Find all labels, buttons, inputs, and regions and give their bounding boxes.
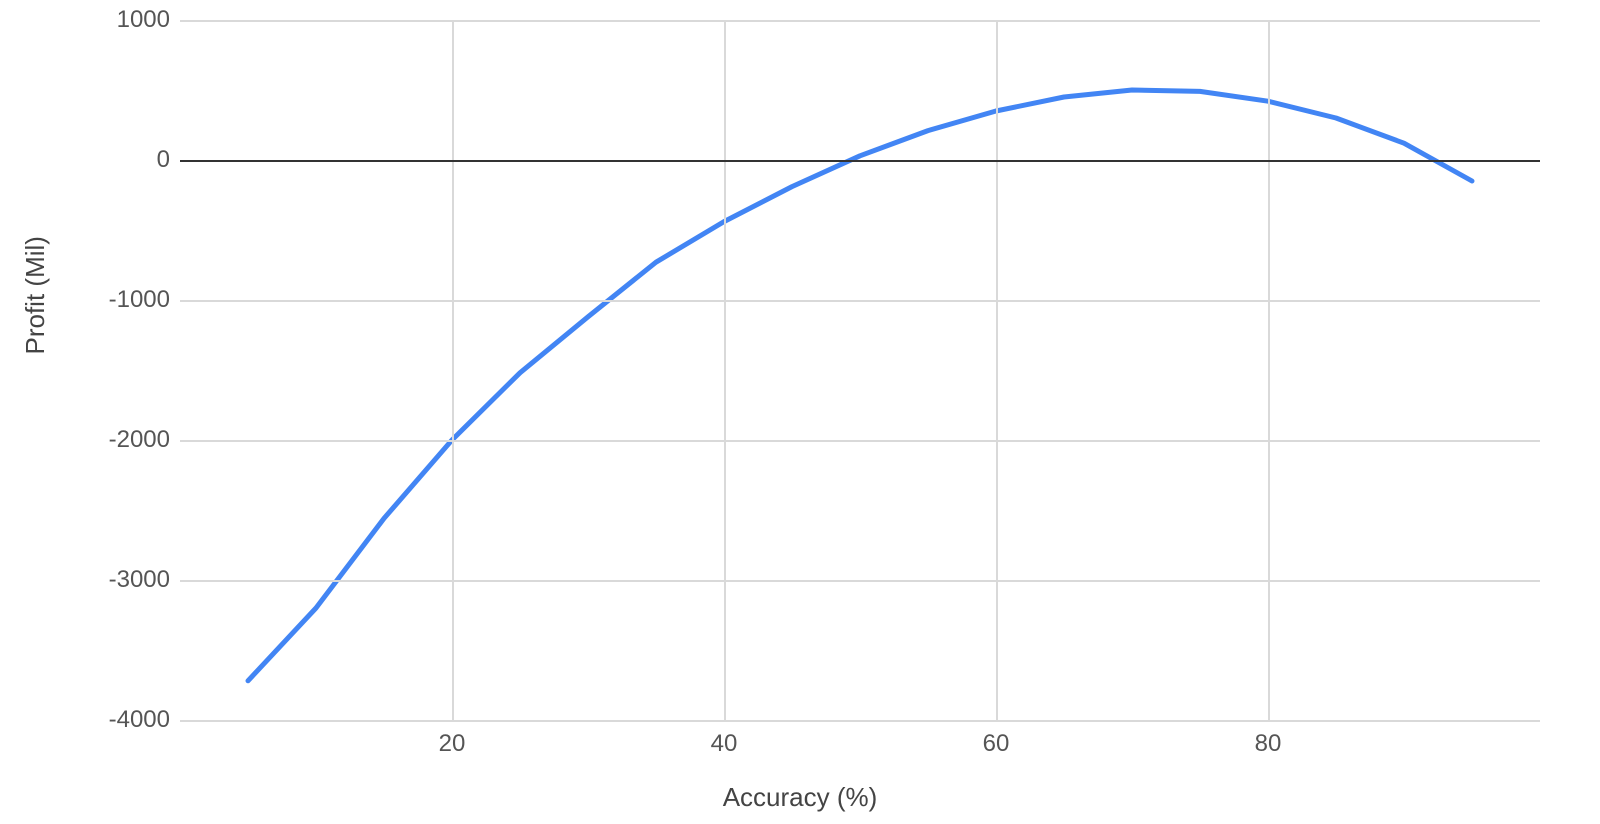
grid-line-horizontal (180, 20, 1540, 22)
y-tick-label: -4000 (10, 706, 170, 734)
y-tick-label: 1000 (10, 6, 170, 34)
grid-line-horizontal (180, 720, 1540, 722)
x-tick-label: 40 (684, 730, 764, 758)
x-tick-label: 20 (412, 730, 492, 758)
y-tick-label: -3000 (10, 566, 170, 594)
grid-line-horizontal (180, 300, 1540, 302)
y-tick-label: 0 (10, 146, 170, 174)
y-tick-label: -2000 (10, 426, 170, 454)
x-tick-label: 60 (956, 730, 1036, 758)
grid-line-vertical (1268, 20, 1270, 720)
zero-line (180, 160, 1540, 162)
grid-line-horizontal (180, 440, 1540, 442)
plot-area (180, 20, 1540, 720)
chart-container: Profit (Mil) Accuracy (%) 20406080-4000-… (0, 0, 1600, 824)
grid-line-horizontal (180, 580, 1540, 582)
grid-line-vertical (452, 20, 454, 720)
grid-line-vertical (996, 20, 998, 720)
x-axis-label: Accuracy (%) (723, 782, 878, 813)
profit-line (248, 90, 1472, 681)
grid-line-vertical (724, 20, 726, 720)
y-tick-label: -1000 (10, 286, 170, 314)
x-tick-label: 80 (1228, 730, 1308, 758)
line-series-svg (180, 20, 1540, 720)
